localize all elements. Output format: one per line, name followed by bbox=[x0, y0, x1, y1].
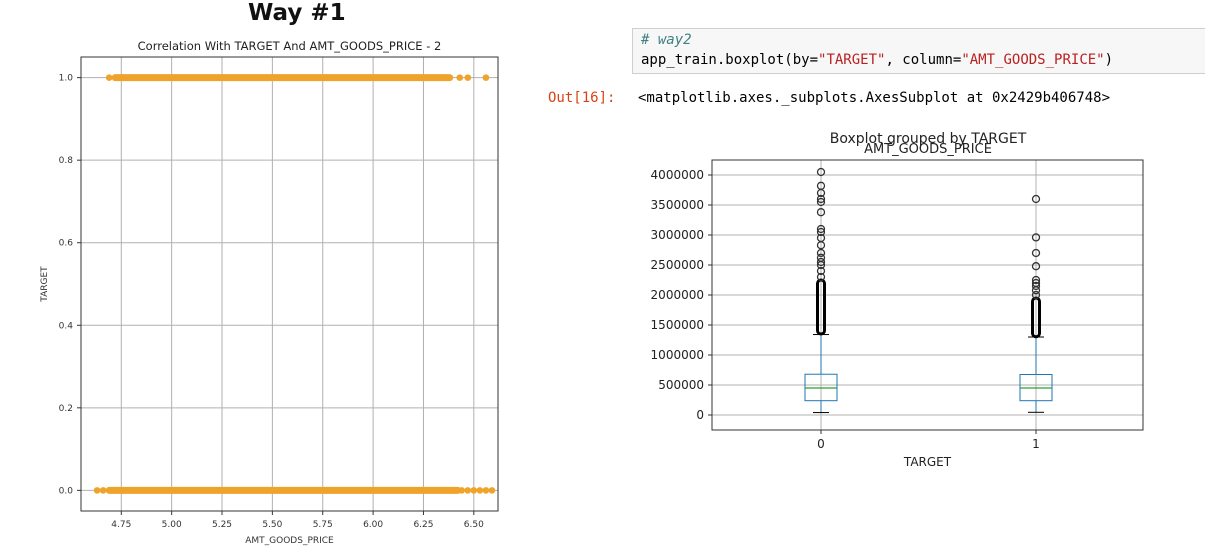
boxplot-y-tick-label: 1000000 bbox=[651, 348, 704, 362]
boxplot-y-tick-label: 1500000 bbox=[651, 318, 704, 332]
boxplot-y-tick-label: 2000000 bbox=[651, 288, 704, 302]
boxplot-y-tick-label: 3500000 bbox=[651, 198, 704, 212]
boxplot-y-tick-label: 3000000 bbox=[651, 228, 704, 242]
boxplot-y-tick-label: 0 bbox=[696, 408, 704, 422]
boxplot-chart: Boxplot grouped by TARGETAMT_GOODS_PRICE… bbox=[651, 131, 1144, 469]
boxplot-y-tick-label: 2500000 bbox=[651, 258, 704, 272]
boxplot-title: AMT_GOODS_PRICE bbox=[864, 142, 992, 157]
boxplot-x-tick-label: 1 bbox=[1032, 437, 1040, 451]
boxplot-x-tick-label: 0 bbox=[817, 437, 825, 451]
boxplot-y-tick-label: 500000 bbox=[658, 378, 704, 392]
boxplot-x-label: TARGET bbox=[903, 455, 952, 469]
boxplot-y-tick-label: 4000000 bbox=[651, 168, 704, 182]
